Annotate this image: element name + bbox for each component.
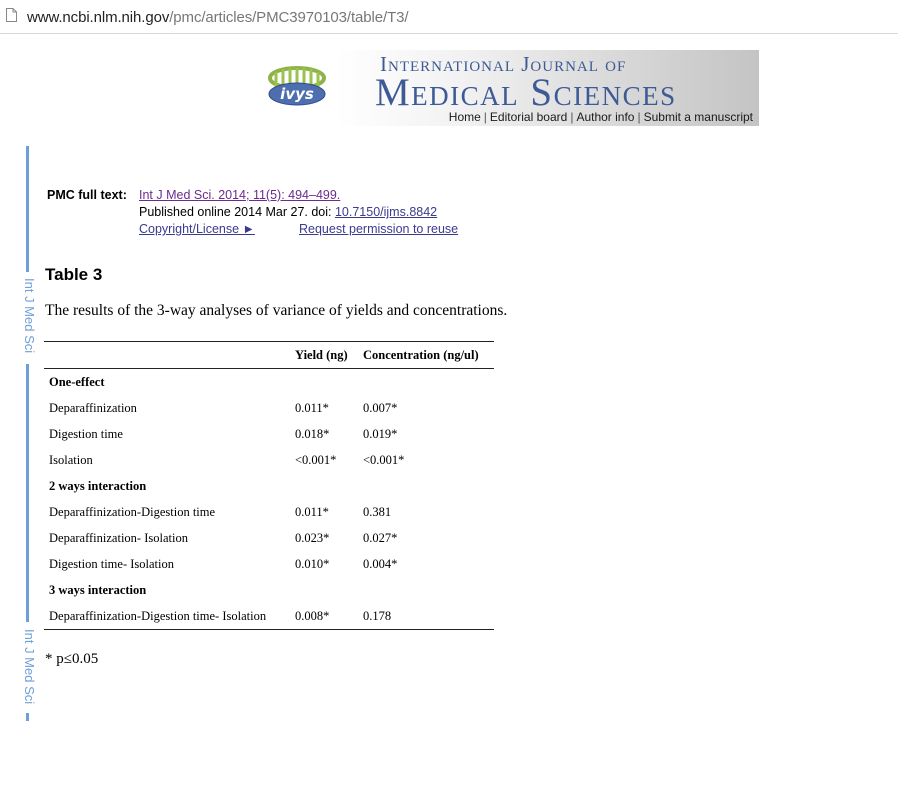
concentration-value: 0.019* xyxy=(363,426,398,441)
copyright-license-link[interactable]: Copyright/License ► xyxy=(139,222,255,236)
row-label: Deparaffinization xyxy=(49,400,137,415)
yield-value: <0.001* xyxy=(295,452,337,467)
row-label: Deparaffinization- Isolation xyxy=(49,530,188,545)
url-path: /pmc/articles/PMC3970103/table/T3/ xyxy=(169,9,409,26)
header-empty xyxy=(44,341,290,369)
logo-text: ivys xyxy=(280,85,314,103)
page-icon xyxy=(6,8,17,22)
section-label: 2 ways interaction xyxy=(49,478,147,493)
row-label: Deparaffinization-Digestion time- Isolat… xyxy=(49,608,267,623)
request-permission-link[interactable]: Request permission to reuse xyxy=(299,222,458,236)
concentration-value: <0.001* xyxy=(363,452,405,467)
table-row: Deparaffinization 0.011* 0.007* xyxy=(44,395,494,421)
section-row: One-effect xyxy=(44,369,494,396)
section-row: 2 ways interaction xyxy=(44,473,494,499)
concentration-value: 0.007* xyxy=(363,400,398,415)
nav-submit-manuscript[interactable]: Submit a manuscript xyxy=(644,110,753,124)
table-row: Deparaffinization-Digestion time- Isolat… xyxy=(44,603,494,630)
journal-banner: ivys International Journal of Medical Sc… xyxy=(260,50,759,126)
nav-separator: | xyxy=(637,110,641,124)
table-row: Deparaffinization- Isolation 0.023* 0.027* xyxy=(44,525,494,551)
published-text: Published online 2014 Mar 27. doi: xyxy=(139,205,335,219)
table-row: Deparaffinization-Digestion time 0.011* 0.… xyxy=(44,499,494,525)
header-yield: Yield (ng) xyxy=(290,341,358,369)
table-row: Digestion time- Isolation 0.010* 0.004* xyxy=(44,551,494,577)
side-rule-middle xyxy=(26,364,29,622)
address-bar[interactable]: www.ncbi.nlm.nih.gov/pmc/articles/PMC397… xyxy=(0,0,898,34)
concentration-value: 0.004* xyxy=(363,556,398,571)
url-host: www.ncbi.nlm.nih.gov xyxy=(27,9,170,26)
citation-row: Int J Med Sci. 2014; 11(5): 494–499. xyxy=(139,188,340,202)
concentration-value: 0.381 xyxy=(363,504,392,519)
yield-value: 0.008* xyxy=(295,608,330,623)
pmc-label: PMC full text: xyxy=(47,188,127,202)
row-label: Deparaffinization-Digestion time xyxy=(49,504,216,519)
row-label: Isolation xyxy=(49,452,93,467)
side-rule-top xyxy=(26,146,29,272)
nav-author-info[interactable]: Author info xyxy=(576,110,634,124)
journal-title-line2: Medical Sciences xyxy=(375,71,677,114)
journal-logo[interactable]: ivys xyxy=(266,64,328,108)
nav-editorial-board[interactable]: Editorial board xyxy=(490,110,567,124)
row-label: Digestion time- Isolation xyxy=(49,556,174,571)
results-table: Yield (ng) Concentration (ng/ul) One-eff… xyxy=(44,341,494,630)
yield-value: 0.011* xyxy=(295,400,329,415)
url-text[interactable]: www.ncbi.nlm.nih.gov/pmc/articles/PMC397… xyxy=(27,9,409,26)
yield-value: 0.011* xyxy=(295,504,329,519)
concentration-value: 0.178 xyxy=(363,608,392,623)
nav-separator: | xyxy=(570,110,574,124)
yield-value: 0.018* xyxy=(295,426,330,441)
concentration-value: 0.027* xyxy=(363,530,398,545)
side-label-top: Int J Med Sci xyxy=(22,278,37,354)
row-label: Digestion time xyxy=(49,426,123,441)
side-rule-bottom xyxy=(26,713,29,721)
side-label-bottom: Int J Med Sci xyxy=(22,629,37,705)
section-label: 3 ways interaction xyxy=(49,582,147,597)
section-row: 3 ways interaction xyxy=(44,577,494,603)
published-row: Published online 2014 Mar 27. doi: 10.71… xyxy=(139,205,437,219)
nav-separator: | xyxy=(483,110,487,124)
yield-value: 0.010* xyxy=(295,556,330,571)
table-caption: The results of the 3-way analyses of var… xyxy=(45,302,508,319)
nav-home[interactable]: Home xyxy=(449,110,481,124)
doi-link[interactable]: 10.7150/ijms.8842 xyxy=(335,205,437,219)
header-concentration: Concentration (ng/ul) xyxy=(358,341,494,369)
license-row: Copyright/License ► Request permission t… xyxy=(139,222,458,236)
table-header-row: Yield (ng) Concentration (ng/ul) xyxy=(44,341,494,369)
banner-nav: Home | Editorial board | Author info | Submit … xyxy=(449,110,753,124)
section-label: One-effect xyxy=(49,374,105,389)
table-title: Table 3 xyxy=(45,265,103,284)
table-footnote: * p≤0.05 xyxy=(45,651,99,667)
table-row: Isolation <0.001* <0.001* xyxy=(44,447,494,473)
table-row: Digestion time 0.018* 0.019* xyxy=(44,421,494,447)
yield-value: 0.023* xyxy=(295,530,330,545)
citation-link[interactable]: Int J Med Sci. 2014; 11(5): 494–499. xyxy=(139,188,340,202)
